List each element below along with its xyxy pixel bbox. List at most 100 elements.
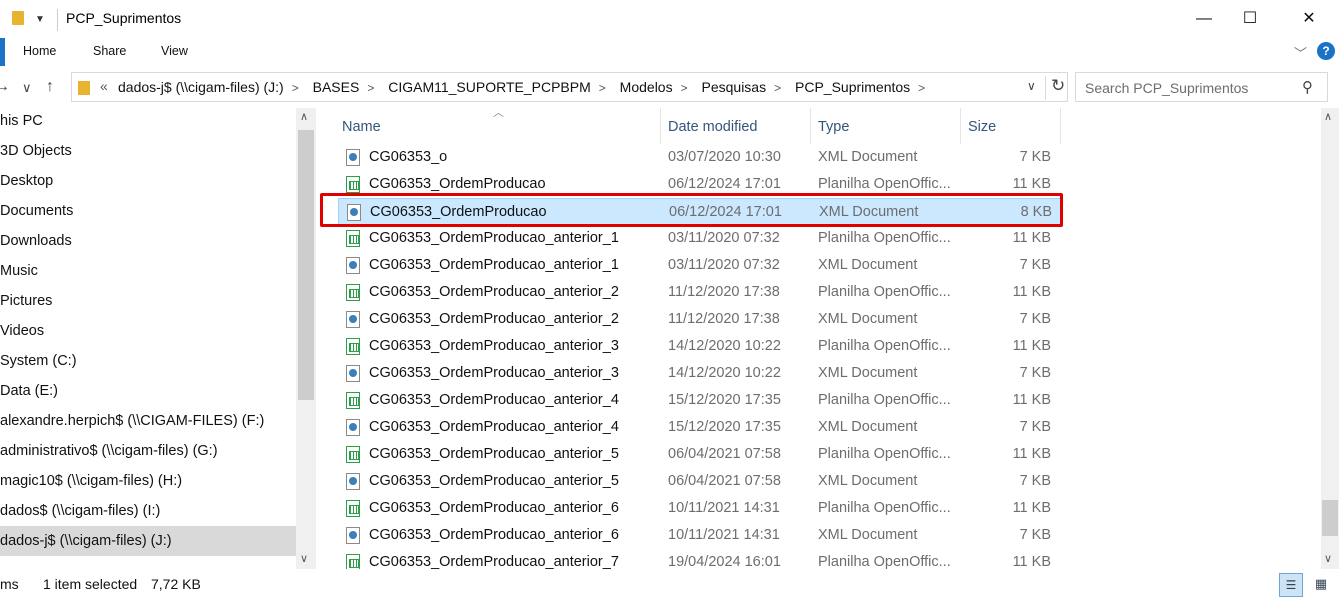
file-row[interactable]: CG06353_OrdemProducao_anterior_2 11/12/20… xyxy=(338,279,1062,306)
tab-share[interactable]: Share xyxy=(93,44,126,58)
folder-icon xyxy=(12,11,24,25)
breadcrumb-separator-icon[interactable]: > xyxy=(681,81,688,95)
column-type[interactable]: Type xyxy=(818,119,849,135)
help-icon[interactable]: ? xyxy=(1317,42,1335,60)
file-row[interactable]: CG06353_OrdemProducao_anterior_4 15/12/20… xyxy=(338,414,1062,441)
sidebar-item[interactable]: administrativo$ (\\cigam-files) (G:) xyxy=(0,436,296,466)
spreadsheet-file-icon xyxy=(346,338,360,355)
sidebar-item[interactable]: his PC xyxy=(0,108,296,136)
selection-status: 1 item selected xyxy=(43,576,138,592)
item-count: ms xyxy=(0,576,19,592)
file-date-modified: 03/11/2020 07:32 xyxy=(668,257,780,273)
file-tab[interactable] xyxy=(0,38,5,66)
file-type: XML Document xyxy=(818,473,918,489)
search-input[interactable]: Search PCP_Suprimentos xyxy=(1085,80,1248,96)
maximize-button[interactable]: ☐ xyxy=(1227,0,1273,38)
file-list-scrollbar[interactable]: ∧ ∨ xyxy=(1321,108,1339,569)
xml-file-icon xyxy=(346,365,360,382)
file-row[interactable]: CG06353_OrdemProducao_anterior_3 14/12/20… xyxy=(338,333,1062,360)
file-row[interactable]: CG06353_OrdemProducao_anterior_1 03/11/20… xyxy=(338,225,1062,252)
breadcrumb-item[interactable]: PCP_Suprimentos xyxy=(795,79,910,95)
file-row[interactable]: CG06353_OrdemProducao_anterior_5 06/04/20… xyxy=(338,441,1062,468)
sidebar-item[interactable]: System (C:) xyxy=(0,346,296,376)
expand-ribbon-icon[interactable]: ﹀ xyxy=(1294,43,1307,62)
sidebar-scrollbar[interactable]: ∧ ∨ xyxy=(296,108,316,569)
refresh-icon[interactable]: ↻ xyxy=(1045,76,1065,100)
breadcrumb-item[interactable]: dados-j$ (\\cigam-files) (J:) xyxy=(118,79,284,95)
spreadsheet-file-icon xyxy=(346,446,360,463)
sidebar-item[interactable]: Documents xyxy=(0,196,296,226)
breadcrumb-separator-icon[interactable]: > xyxy=(774,81,781,95)
sidebar-item[interactable]: dados$ (\\cigam-files) (I:) xyxy=(0,496,296,526)
file-row[interactable]: CG06353_OrdemProducao_anterior_5 06/04/20… xyxy=(338,468,1062,495)
recent-locations-icon[interactable]: ∨ xyxy=(22,80,32,96)
sidebar-item[interactable]: magic10$ (\\cigam-files) (H:) xyxy=(0,466,296,496)
column-divider[interactable] xyxy=(810,108,811,144)
file-row[interactable]: CG06353_OrdemProducao_anterior_2 11/12/20… xyxy=(338,306,1062,333)
file-row[interactable]: CG06353_OrdemProducao_anterior_7 19/04/20… xyxy=(338,549,1062,569)
forward-icon[interactable]: → xyxy=(0,78,10,96)
column-divider[interactable] xyxy=(960,108,961,144)
sidebar-item[interactable]: Music xyxy=(0,256,296,286)
quick-access-dropdown-icon[interactable]: ▼ xyxy=(35,14,45,25)
sidebar-item[interactable]: 3D Objects xyxy=(0,136,296,166)
large-icons-view-icon[interactable]: ▦ xyxy=(1309,573,1333,597)
scroll-down-icon[interactable]: ∨ xyxy=(1324,552,1332,565)
scroll-up-icon[interactable]: ∧ xyxy=(300,110,308,123)
file-row[interactable]: CG06353_OrdemProducao_anterior_4 15/12/20… xyxy=(338,387,1062,414)
sidebar-item[interactable]: dados-j$ (\\cigam-files) (J:) xyxy=(0,526,296,556)
spreadsheet-file-icon xyxy=(346,230,360,247)
breadcrumb-separator-icon[interactable]: > xyxy=(599,81,606,95)
column-name[interactable]: Name xyxy=(342,119,381,135)
file-row[interactable]: CG06353_OrdemProducao_anterior_6 10/11/20… xyxy=(338,522,1062,549)
file-row[interactable]: CG06353_o 03/07/2020 10:30 XML Document 7 K… xyxy=(338,144,1062,171)
sidebar-item[interactable]: alexandre.herpich$ (\\CIGAM-FILES) (F:) xyxy=(0,406,296,436)
scroll-down-icon[interactable]: ∨ xyxy=(300,552,308,565)
navigation-bar: → ∨ ↑ « dados-j$ (\\cigam-files) (J:) > B… xyxy=(0,72,1339,104)
sidebar-item[interactable]: Videos xyxy=(0,316,296,346)
sidebar-item[interactable]: Pictures xyxy=(0,286,296,316)
file-name: CG06353_OrdemProducao_anterior_7 xyxy=(369,554,619,569)
file-row[interactable]: CG06353_OrdemProducao_anterior_6 10/11/20… xyxy=(338,495,1062,522)
breadcrumb-separator-icon[interactable]: > xyxy=(292,81,299,95)
scroll-up-icon[interactable]: ∧ xyxy=(1324,110,1332,123)
file-name: CG06353_OrdemProducao_anterior_4 xyxy=(369,419,619,435)
breadcrumb-item[interactable]: Pesquisas xyxy=(702,79,767,95)
column-size[interactable]: Size xyxy=(968,119,996,135)
breadcrumb-item[interactable]: BASES xyxy=(313,79,360,95)
breadcrumb-separator-icon[interactable]: > xyxy=(918,81,925,95)
search-box[interactable]: Search PCP_Suprimentos ⚲ xyxy=(1075,72,1328,102)
close-button[interactable]: ✕ xyxy=(1286,0,1332,38)
address-dropdown-icon[interactable]: ∨ xyxy=(1027,79,1036,93)
address-bar[interactable]: « dados-j$ (\\cigam-files) (J:) > BASES > … xyxy=(71,72,1068,102)
file-row[interactable]: CG06353_OrdemProducao_anterior_1 03/11/20… xyxy=(338,252,1062,279)
column-divider[interactable] xyxy=(1060,108,1061,144)
scrollbar-thumb[interactable] xyxy=(1322,500,1338,536)
sidebar-item[interactable]: Data (E:) xyxy=(0,376,296,406)
tab-home[interactable]: Home xyxy=(23,44,56,58)
scrollbar-thumb[interactable] xyxy=(298,130,314,400)
file-size: 11 KB xyxy=(1012,554,1051,569)
details-view-icon[interactable]: ☰ xyxy=(1279,573,1303,597)
file-date-modified: 19/04/2024 16:01 xyxy=(668,554,781,569)
breadcrumb-separator-icon[interactable]: > xyxy=(367,81,374,95)
sidebar-item[interactable]: Desktop xyxy=(0,166,296,196)
column-divider[interactable] xyxy=(660,108,661,144)
file-date-modified: 03/11/2020 07:32 xyxy=(668,230,780,246)
file-name: CG06353_OrdemProducao_anterior_1 xyxy=(369,257,619,273)
file-size: 11 KB xyxy=(1012,230,1051,246)
overflow-chevron-icon[interactable]: « xyxy=(100,78,108,94)
file-row[interactable]: CG06353_OrdemProducao_anterior_3 14/12/20… xyxy=(338,360,1062,387)
up-icon[interactable]: ↑ xyxy=(46,78,54,96)
search-icon[interactable]: ⚲ xyxy=(1302,78,1313,96)
breadcrumb-item[interactable]: Modelos xyxy=(620,79,673,95)
sort-ascending-icon: ︿ xyxy=(493,107,504,119)
breadcrumb-item[interactable]: CIGAM11_SUPORTE_PCPBPM xyxy=(388,79,591,95)
file-name: CG06353_o xyxy=(369,149,448,165)
file-name: CG06353_OrdemProducao_anterior_3 xyxy=(369,338,619,354)
tab-view[interactable]: View xyxy=(161,44,188,58)
sidebar-item[interactable]: Downloads xyxy=(0,226,296,256)
column-date-modified[interactable]: Date modified xyxy=(668,119,757,135)
file-name: CG06353_OrdemProducao_anterior_6 xyxy=(369,500,619,516)
minimize-button[interactable]: — xyxy=(1181,0,1227,38)
